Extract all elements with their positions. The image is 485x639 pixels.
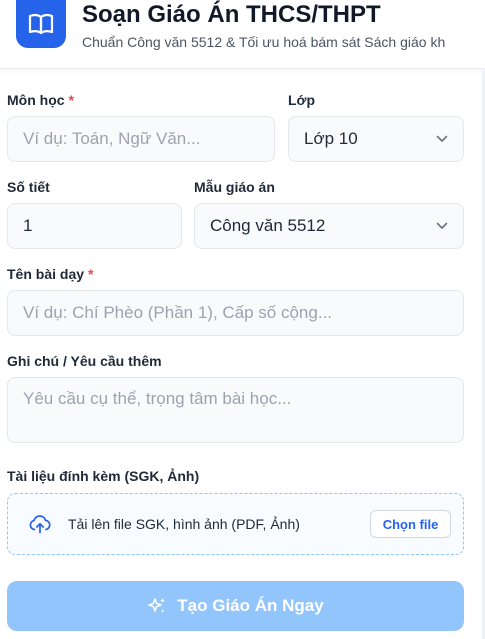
subject-label-text: Môn học bbox=[7, 92, 65, 108]
file-upload-zone[interactable]: Tải lên file SGK, hình ảnh (PDF, Ảnh) Ch… bbox=[7, 493, 464, 555]
subject-label: Môn học * bbox=[7, 92, 74, 108]
create-lesson-plan-label: Tạo Giáo Án Ngay bbox=[177, 596, 324, 615]
chevron-down-icon bbox=[436, 222, 448, 229]
periods-input[interactable] bbox=[7, 203, 182, 249]
periods-label: Số tiết bbox=[7, 179, 50, 195]
notes-label: Ghi chú / Yêu cầu thêm bbox=[7, 353, 162, 369]
template-label: Mẫu giáo án bbox=[194, 179, 275, 195]
attachment-label: Tài liệu đính kèm (SGK, Ảnh) bbox=[7, 468, 200, 484]
required-mark: * bbox=[88, 266, 94, 282]
create-lesson-plan-button[interactable]: Tạo Giáo Án Ngay bbox=[7, 581, 464, 631]
lesson-label-text: Tên bài dạy bbox=[7, 266, 85, 282]
lesson-plan-page: Soạn Giáo Án THCS/THPT Chuẩn Công văn 55… bbox=[0, 0, 485, 639]
cloud-upload-icon bbox=[29, 515, 51, 534]
template-select-value: Công văn 5512 bbox=[210, 216, 326, 235]
notes-textarea[interactable] bbox=[7, 377, 464, 443]
page-title: Soạn Giáo Án THCS/THPT bbox=[82, 1, 381, 28]
subject-input[interactable] bbox=[7, 116, 275, 162]
lesson-label: Tên bài dạy * bbox=[7, 266, 93, 282]
sparkles-icon bbox=[148, 598, 166, 613]
grade-select[interactable]: Lớp 10 bbox=[288, 116, 464, 162]
chevron-down-icon bbox=[436, 135, 448, 142]
upload-hint: Tải lên file SGK, hình ảnh (PDF, Ảnh) bbox=[68, 516, 300, 532]
choose-file-button[interactable]: Chọn file bbox=[370, 510, 451, 538]
required-mark: * bbox=[68, 92, 74, 108]
app-header: Soạn Giáo Án THCS/THPT Chuẩn Công văn 55… bbox=[0, 0, 485, 69]
grade-select-value: Lớp 10 bbox=[304, 129, 358, 148]
lesson-name-input[interactable] bbox=[7, 290, 464, 336]
template-select[interactable]: Công văn 5512 bbox=[194, 203, 464, 249]
page-subtitle: Chuẩn Công văn 5512 & Tối ưu hoá bám sát… bbox=[82, 34, 446, 50]
grade-label: Lớp bbox=[288, 92, 316, 108]
book-open-icon bbox=[16, 0, 66, 48]
